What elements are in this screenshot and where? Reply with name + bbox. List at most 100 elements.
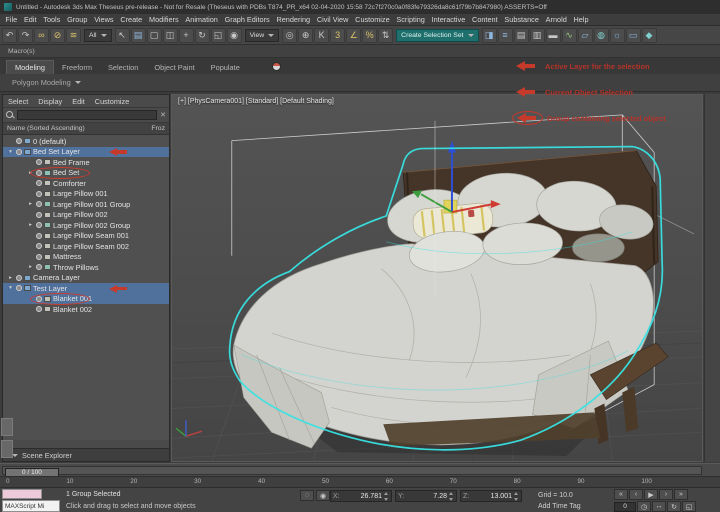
- tree-row[interactable]: ▸ Camera Layer: [3, 273, 169, 284]
- tree-row[interactable]: ▾ Bed Set Layer: [3, 147, 169, 158]
- spinner-snap-icon[interactable]: ⇅: [378, 28, 393, 43]
- visibility-eye-icon[interactable]: [36, 159, 42, 165]
- tree-row[interactable]: Bed Frame: [3, 157, 169, 168]
- isolate-selection-toggle[interactable]: ◌: [300, 490, 314, 501]
- tree-row[interactable]: ▸ Bed Set: [3, 168, 169, 179]
- rectangular-selection-region-icon[interactable]: ▢: [147, 28, 162, 43]
- viewport-layout-tab[interactable]: [1, 418, 13, 436]
- current-frame-field[interactable]: 0: [614, 502, 636, 512]
- tree-row[interactable]: Mattress: [3, 252, 169, 263]
- scene-explorer-toggle-icon[interactable]: ▤: [514, 28, 529, 43]
- select-by-name-icon[interactable]: ▤: [131, 28, 146, 43]
- clear-search-icon[interactable]: ✕: [160, 111, 166, 119]
- tree-row[interactable]: ▸ Large Pillow 001 Group: [3, 199, 169, 210]
- explorer-column-header[interactable]: Name (Sorted Ascending) Froz: [3, 123, 169, 135]
- visibility-eye-icon[interactable]: [36, 306, 42, 312]
- go-to-end-button[interactable]: »: [674, 489, 688, 500]
- time-configuration-button[interactable]: ◷: [637, 501, 651, 512]
- snaps-toggle-icon[interactable]: 3: [330, 28, 345, 43]
- visibility-eye-icon[interactable]: [36, 254, 42, 260]
- expander-icon[interactable]: ▸: [27, 264, 34, 270]
- ribbon-tab-selection[interactable]: Selection: [100, 61, 146, 74]
- visibility-eye-icon[interactable]: [36, 201, 42, 207]
- ribbon-tab-freeform[interactable]: Freeform: [54, 61, 100, 74]
- ribbon-config-icon[interactable]: [272, 62, 281, 71]
- spinner-icon[interactable]: [514, 492, 519, 501]
- named-selection-set-field[interactable]: Create Selection Set: [396, 29, 478, 42]
- visibility-eye-icon[interactable]: [36, 243, 42, 249]
- visibility-eye-icon[interactable]: [36, 222, 42, 228]
- explorer-menu-item[interactable]: Display: [33, 97, 67, 106]
- expander-icon[interactable]: ▸: [27, 201, 34, 207]
- mirror-icon[interactable]: ◨: [482, 28, 497, 43]
- add-time-tag[interactable]: Add Time Tag: [538, 503, 581, 510]
- ribbon-tab-populate[interactable]: Populate: [203, 61, 248, 74]
- pan-view-button[interactable]: ↔: [652, 501, 666, 512]
- time-slider[interactable]: 0 / 100: [0, 463, 720, 476]
- tree-row[interactable]: Large Pillow 002: [3, 210, 169, 221]
- tree-row[interactable]: ▾ Test Layer: [3, 283, 169, 294]
- visibility-eye-icon[interactable]: [16, 149, 22, 155]
- visibility-eye-icon[interactable]: [36, 191, 42, 197]
- explorer-menu-item[interactable]: Edit: [67, 97, 90, 106]
- tree-row[interactable]: Large Pillow Seam 001: [3, 231, 169, 242]
- align-icon[interactable]: ≡: [498, 28, 513, 43]
- tree-row[interactable]: Large Pillow Seam 002: [3, 241, 169, 252]
- go-to-start-button[interactable]: «: [614, 489, 628, 500]
- menu-item[interactable]: Rendering: [273, 15, 313, 24]
- selection-filter-dropdown[interactable]: All: [84, 29, 112, 42]
- time-slider-track[interactable]: 0 / 100: [2, 466, 702, 475]
- spinner-icon[interactable]: [384, 492, 389, 501]
- tree-row[interactable]: 0 (default): [3, 136, 169, 147]
- y-coordinate-field[interactable]: Y: 7.28: [395, 490, 457, 502]
- expander-icon[interactable]: ▾: [7, 285, 14, 291]
- visibility-eye-icon[interactable]: [36, 296, 42, 302]
- angle-snap-icon[interactable]: ∠: [346, 28, 361, 43]
- expander-icon[interactable]: ▸: [7, 275, 14, 281]
- tree-row[interactable]: ▸ Large Pillow 002 Group: [3, 220, 169, 231]
- undo-icon[interactable]: ↶: [2, 28, 17, 43]
- frozen-column-header[interactable]: Froz: [151, 125, 165, 132]
- viewport-label[interactable]: [+] [PhysCamera001] [Standard] [Default …: [178, 98, 334, 105]
- use-pivot-center-icon[interactable]: ◎: [282, 28, 297, 43]
- selection-lock-toggle[interactable]: ◉: [316, 490, 330, 501]
- menu-item[interactable]: Graph Editors: [221, 15, 273, 24]
- keyboard-shortcut-override-icon[interactable]: K: [314, 28, 329, 43]
- schematic-view-icon[interactable]: ▱: [578, 28, 593, 43]
- render-setup-icon[interactable]: ☼: [610, 28, 625, 43]
- scene-explorer-title-bar[interactable]: Scene Explorer: [3, 448, 169, 461]
- visibility-eye-icon[interactable]: [36, 170, 42, 176]
- spinner-icon[interactable]: [449, 492, 454, 501]
- menu-item[interactable]: Modifiers: [146, 15, 182, 24]
- menu-item[interactable]: Help: [570, 15, 592, 24]
- select-and-rotate-icon[interactable]: ↻: [195, 28, 210, 43]
- menu-item[interactable]: File: [2, 15, 21, 24]
- macro-recorder-field[interactable]: [2, 489, 42, 499]
- visibility-eye-icon[interactable]: [36, 180, 42, 186]
- previous-frame-button[interactable]: ‹: [629, 489, 643, 500]
- tree-row[interactable]: Comforter: [3, 178, 169, 189]
- tree-row[interactable]: Blanket 001: [3, 294, 169, 305]
- ribbon-tab-object-paint[interactable]: Object Paint: [146, 61, 202, 74]
- select-and-move-icon[interactable]: +: [179, 28, 194, 43]
- explorer-menu-item[interactable]: Select: [3, 97, 33, 106]
- tree-row[interactable]: ▸ Throw Pillows: [3, 262, 169, 273]
- rendered-frame-icon[interactable]: ▭: [626, 28, 641, 43]
- maximize-viewport-toggle-button[interactable]: ◱: [682, 501, 696, 512]
- menu-item[interactable]: Arnold: [542, 15, 570, 24]
- ribbon-tab-modeling[interactable]: Modeling: [6, 60, 54, 74]
- menu-item[interactable]: Views: [91, 15, 117, 24]
- visibility-eye-icon[interactable]: [36, 264, 42, 270]
- visibility-eye-icon[interactable]: [36, 233, 42, 239]
- track-bar[interactable]: 0102030405060708090100: [0, 476, 720, 487]
- menu-item[interactable]: Create: [117, 15, 146, 24]
- menu-item[interactable]: Scripting: [393, 15, 428, 24]
- menu-item[interactable]: Interactive: [428, 15, 468, 24]
- next-frame-button[interactable]: ›: [659, 489, 673, 500]
- visibility-eye-icon[interactable]: [16, 285, 22, 291]
- select-and-place-icon[interactable]: ◉: [227, 28, 242, 43]
- tree-row[interactable]: Large Pillow 001: [3, 189, 169, 200]
- select-and-scale-icon[interactable]: ◱: [211, 28, 226, 43]
- viewport-layout-tab[interactable]: [1, 440, 13, 458]
- redo-icon[interactable]: ↷: [18, 28, 33, 43]
